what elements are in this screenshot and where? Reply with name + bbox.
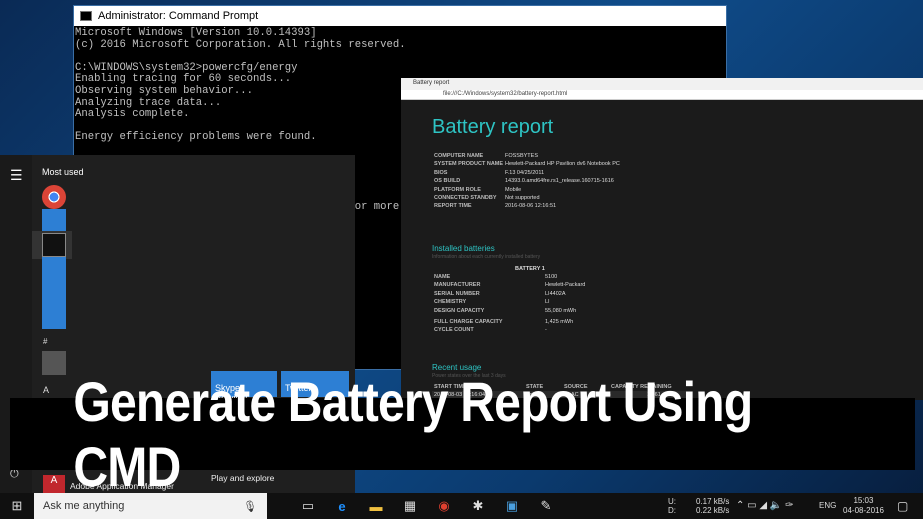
most-used-label: Most used: [42, 167, 84, 177]
connect-app[interactable]: [42, 281, 66, 305]
address-bar[interactable]: file:///C:/Windows/system32/battery-repo…: [401, 90, 923, 100]
info-key: PLATFORM ROLE: [434, 186, 481, 193]
info-value: 1,425 mWh: [545, 319, 574, 325]
browser-window[interactable]: Battery report file:///C:/Windows/system…: [401, 78, 923, 400]
adobe-icon: A: [43, 475, 65, 493]
net-speed: 0.17 kB/s 0.22 kB/s: [696, 497, 730, 515]
info-key: REPORT TIME: [434, 203, 472, 210]
installed-batteries-title: Installed batteries: [432, 244, 495, 253]
info-key: NAME: [434, 274, 451, 280]
virtualbox-icon[interactable]: ▣: [495, 493, 529, 519]
report-title: Battery report: [432, 116, 554, 138]
snipping-app[interactable]: [42, 209, 66, 233]
paint-app[interactable]: [42, 305, 66, 329]
info-value: -: [545, 327, 547, 334]
chrome-icon[interactable]: ◉: [427, 493, 461, 519]
search-box[interactable]: Ask me anything 🎙: [34, 493, 267, 519]
info-key: CONNECTED STANDBY: [434, 195, 497, 201]
cmd-app-icon: [42, 233, 66, 257]
windows-start-icon[interactable]: ⊞: [0, 493, 34, 519]
info-key: COMPUTER NAME: [434, 153, 484, 159]
net-labels: U: D:: [668, 497, 676, 515]
info-key: MANUFACTURER: [434, 282, 481, 289]
paint-icon[interactable]: ✎: [529, 493, 563, 519]
installed-batteries-sub: Information about each currently install…: [432, 254, 541, 260]
info-value: Not supported: [505, 195, 540, 201]
hamburger-icon[interactable]: ☰: [10, 167, 23, 184]
info-value: 55,080 mWh: [545, 307, 577, 314]
browser-tab[interactable]: Battery report: [401, 78, 923, 90]
cmd-title-bar[interactable]: Administrator: Command Prompt: [74, 6, 726, 26]
taskbar: ⊞ Ask me anything 🎙 ▭ e ▬ ▦ ◉ ✱ ▣ ✎ U: D: …: [0, 493, 923, 519]
edge-icon[interactable]: e: [325, 493, 359, 519]
info-key: SERIAL NUMBER: [434, 290, 480, 297]
task-view-icon[interactable]: ▭: [291, 493, 325, 519]
tips-app[interactable]: [42, 257, 66, 281]
store-icon[interactable]: ▦: [393, 493, 427, 519]
app-icon[interactable]: ✱: [461, 493, 495, 519]
clock[interactable]: 15:03 04-08-2016: [843, 496, 884, 516]
microphone-icon[interactable]: 🎙: [243, 500, 257, 513]
info-key: CYCLE COUNT: [434, 327, 474, 334]
cmd-title: Administrator: Command Prompt: [98, 10, 259, 22]
title-banner: Generate Battery Report Using CMD: [10, 370, 915, 498]
info-value: F.13 04/25/2011: [505, 169, 545, 176]
info-value: Hewlett-Packard: [545, 282, 586, 289]
file-explorer-icon[interactable]: ▬: [359, 493, 393, 519]
info-value: LI: [545, 299, 550, 306]
tray-icons[interactable]: ⌃ ▭ ◢ 🔈 ✑: [736, 500, 793, 511]
info-key: DESIGN CAPACITY: [434, 307, 485, 314]
action-center-icon[interactable]: ▢: [897, 499, 908, 513]
battery-column: BATTERY 1: [515, 266, 545, 272]
app-3d[interactable]: [42, 351, 66, 375]
section-hash: #: [43, 337, 48, 346]
info-value: Mobile: [505, 186, 522, 193]
info-key: FULL CHARGE CAPACITY: [434, 319, 503, 325]
cmd-icon: [80, 11, 92, 21]
info-value: LI4402A: [545, 290, 566, 297]
info-value: Hewlett-Packard HP Pavilion dv6 Notebook…: [505, 161, 620, 168]
info-value: 2016-08-06 12:16:51: [505, 203, 557, 210]
info-value: 5100: [545, 274, 558, 280]
info-key: BIOS: [434, 169, 448, 176]
chrome-app[interactable]: [42, 185, 66, 209]
info-value: FOSSBYTES: [505, 153, 539, 159]
info-key: CHEMISTRY: [434, 299, 467, 306]
language[interactable]: ENG: [819, 501, 836, 510]
info-value: 14393.0.amd64fre.rs1_release.160715-1616: [505, 178, 614, 185]
section-a: A: [43, 385, 50, 395]
info-key: OS BUILD: [434, 178, 461, 185]
info-key: SYSTEM PRODUCT NAME: [434, 161, 504, 168]
